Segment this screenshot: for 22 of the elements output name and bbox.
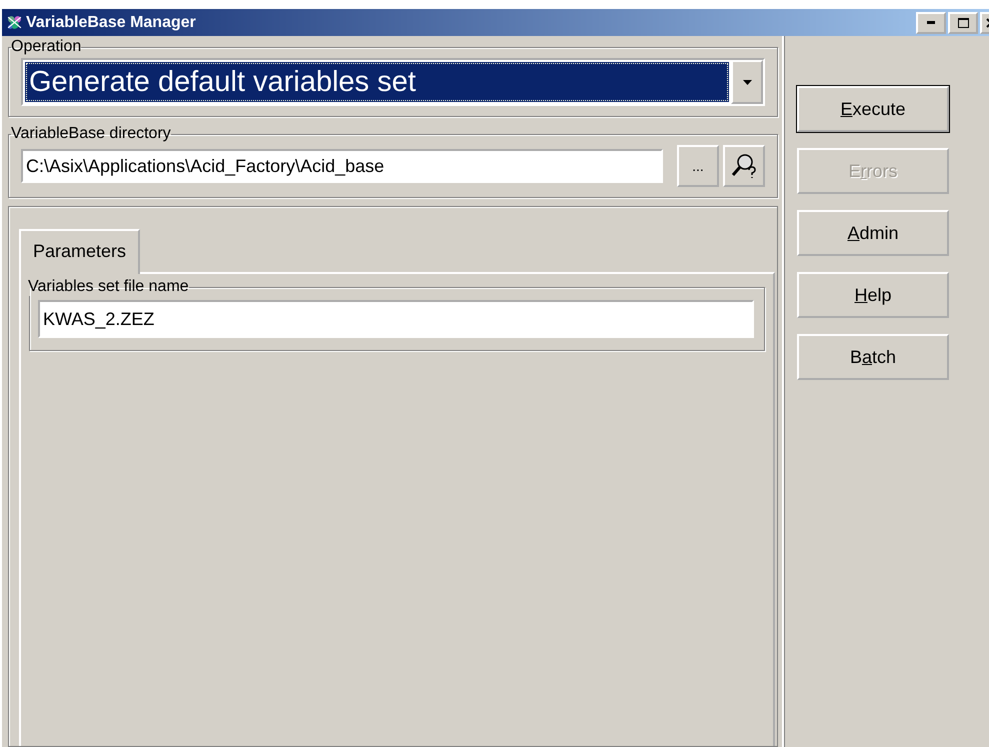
minimize-button[interactable] — [916, 12, 946, 34]
dropdown-value: Generate default variables set — [25, 62, 729, 102]
minimize-icon — [927, 21, 935, 24]
parameters-tab[interactable]: Parameters — [19, 229, 140, 274]
app-icon — [6, 14, 23, 31]
browse-button[interactable]: ... — [677, 145, 719, 187]
search-button[interactable] — [723, 145, 765, 187]
action-button[interactable]: Help — [797, 272, 949, 318]
file-name-field[interactable]: KWAS_2.ZEZ — [38, 300, 754, 338]
action-button[interactable]: Batch — [797, 334, 949, 380]
group-label: VariableBase directory — [11, 125, 171, 143]
operation-dropdown[interactable]: Generate default variables set — [21, 58, 765, 106]
maximize-icon — [958, 18, 968, 28]
action-button[interactable]: Execute — [797, 86, 949, 132]
group-label: Variables set file name — [28, 278, 189, 296]
group-label: Operation — [11, 38, 82, 56]
magnifier-question-icon — [731, 153, 757, 179]
directory-field[interactable]: C:\Asix\Applications\Acid_Factory\Acid_base — [21, 149, 663, 183]
action-button[interactable]: Admin — [797, 210, 949, 256]
caret-icon — [742, 80, 752, 84]
maximize-button[interactable] — [948, 12, 978, 34]
window-title: VariableBase Manager — [26, 14, 196, 32]
